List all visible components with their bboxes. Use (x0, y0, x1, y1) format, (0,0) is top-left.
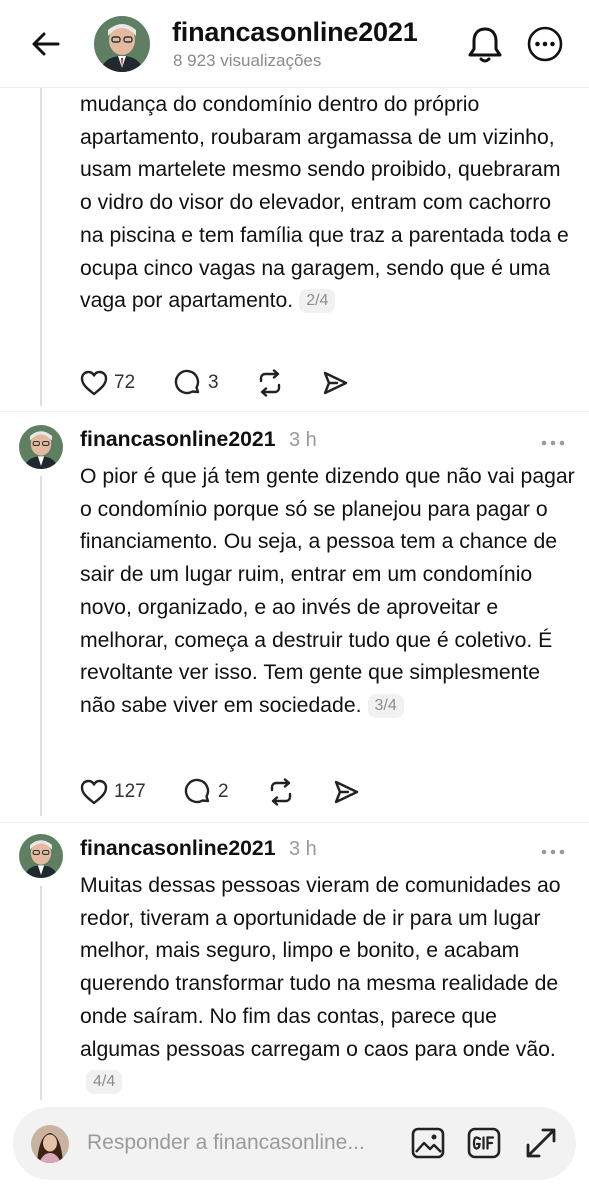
bell-icon[interactable] (466, 24, 504, 64)
expand-icon[interactable] (523, 1125, 559, 1161)
post-body: O pior é que já tem gente dizendo que nã… (80, 465, 575, 717)
thread-line (40, 88, 42, 406)
divider (0, 822, 589, 823)
share-icon (334, 780, 359, 804)
post-text: Muitas dessas pessoas vieram de comunida… (80, 870, 575, 1099)
post-time: 3 h (289, 838, 317, 860)
post-text: mudança do condomínio dentro do próprio … (80, 89, 575, 318)
repost-icon (270, 778, 292, 806)
comment-icon (174, 369, 200, 395)
reply-count: 3 (208, 372, 219, 393)
share-button[interactable] (332, 777, 360, 807)
page-badge: 4/4 (86, 1070, 123, 1095)
post-text: O pior é que já tem gente dizendo que nã… (80, 461, 575, 723)
comment-button[interactable]: 2 (184, 777, 229, 807)
like-button[interactable]: 72 (80, 368, 135, 398)
divider (0, 411, 589, 412)
view-count: 8 923 visualizações (173, 51, 322, 70)
thread-line (40, 476, 42, 816)
share-icon (323, 371, 348, 395)
share-button[interactable] (321, 368, 349, 398)
avatar[interactable] (19, 425, 63, 469)
post-body: mudança do condomínio dentro do próprio … (80, 93, 569, 313)
thread-line (40, 886, 42, 1100)
avatar (31, 1125, 69, 1163)
avatar[interactable] (19, 834, 63, 878)
repost-button[interactable] (267, 777, 295, 807)
more-icon[interactable] (540, 844, 566, 855)
more-icon[interactable] (526, 25, 564, 63)
gif-icon[interactable] (466, 1125, 502, 1161)
like-count: 127 (114, 781, 146, 802)
like-count: 72 (114, 372, 136, 393)
reply-count: 2 (218, 781, 229, 802)
heart-icon (80, 370, 108, 396)
like-button[interactable]: 127 (80, 777, 146, 807)
reply-input[interactable]: Responder a financasonline... (87, 1131, 365, 1155)
post-body: Muitas dessas pessoas vieram de comunida… (80, 874, 561, 1061)
post-username[interactable]: financasonline2021 (80, 428, 275, 452)
reply-bar: Responder a financasonline... (13, 1107, 576, 1180)
comment-button[interactable]: 3 (174, 368, 219, 398)
heart-icon (80, 779, 108, 805)
page-badge: 3/4 (367, 693, 404, 718)
repost-button[interactable] (256, 368, 284, 398)
page-badge: 2/4 (299, 289, 336, 314)
post-time: 3 h (289, 429, 317, 451)
comment-icon (184, 778, 210, 804)
back-arrow-icon[interactable] (28, 26, 64, 62)
header-bar: financasonline2021 8 923 visualizações (0, 0, 589, 88)
avatar[interactable] (94, 16, 150, 72)
more-icon[interactable] (540, 435, 566, 446)
post-username[interactable]: financasonline2021 (80, 837, 275, 861)
image-icon[interactable] (410, 1125, 446, 1161)
repost-icon (259, 369, 281, 397)
header-username[interactable]: financasonline2021 (172, 17, 418, 48)
